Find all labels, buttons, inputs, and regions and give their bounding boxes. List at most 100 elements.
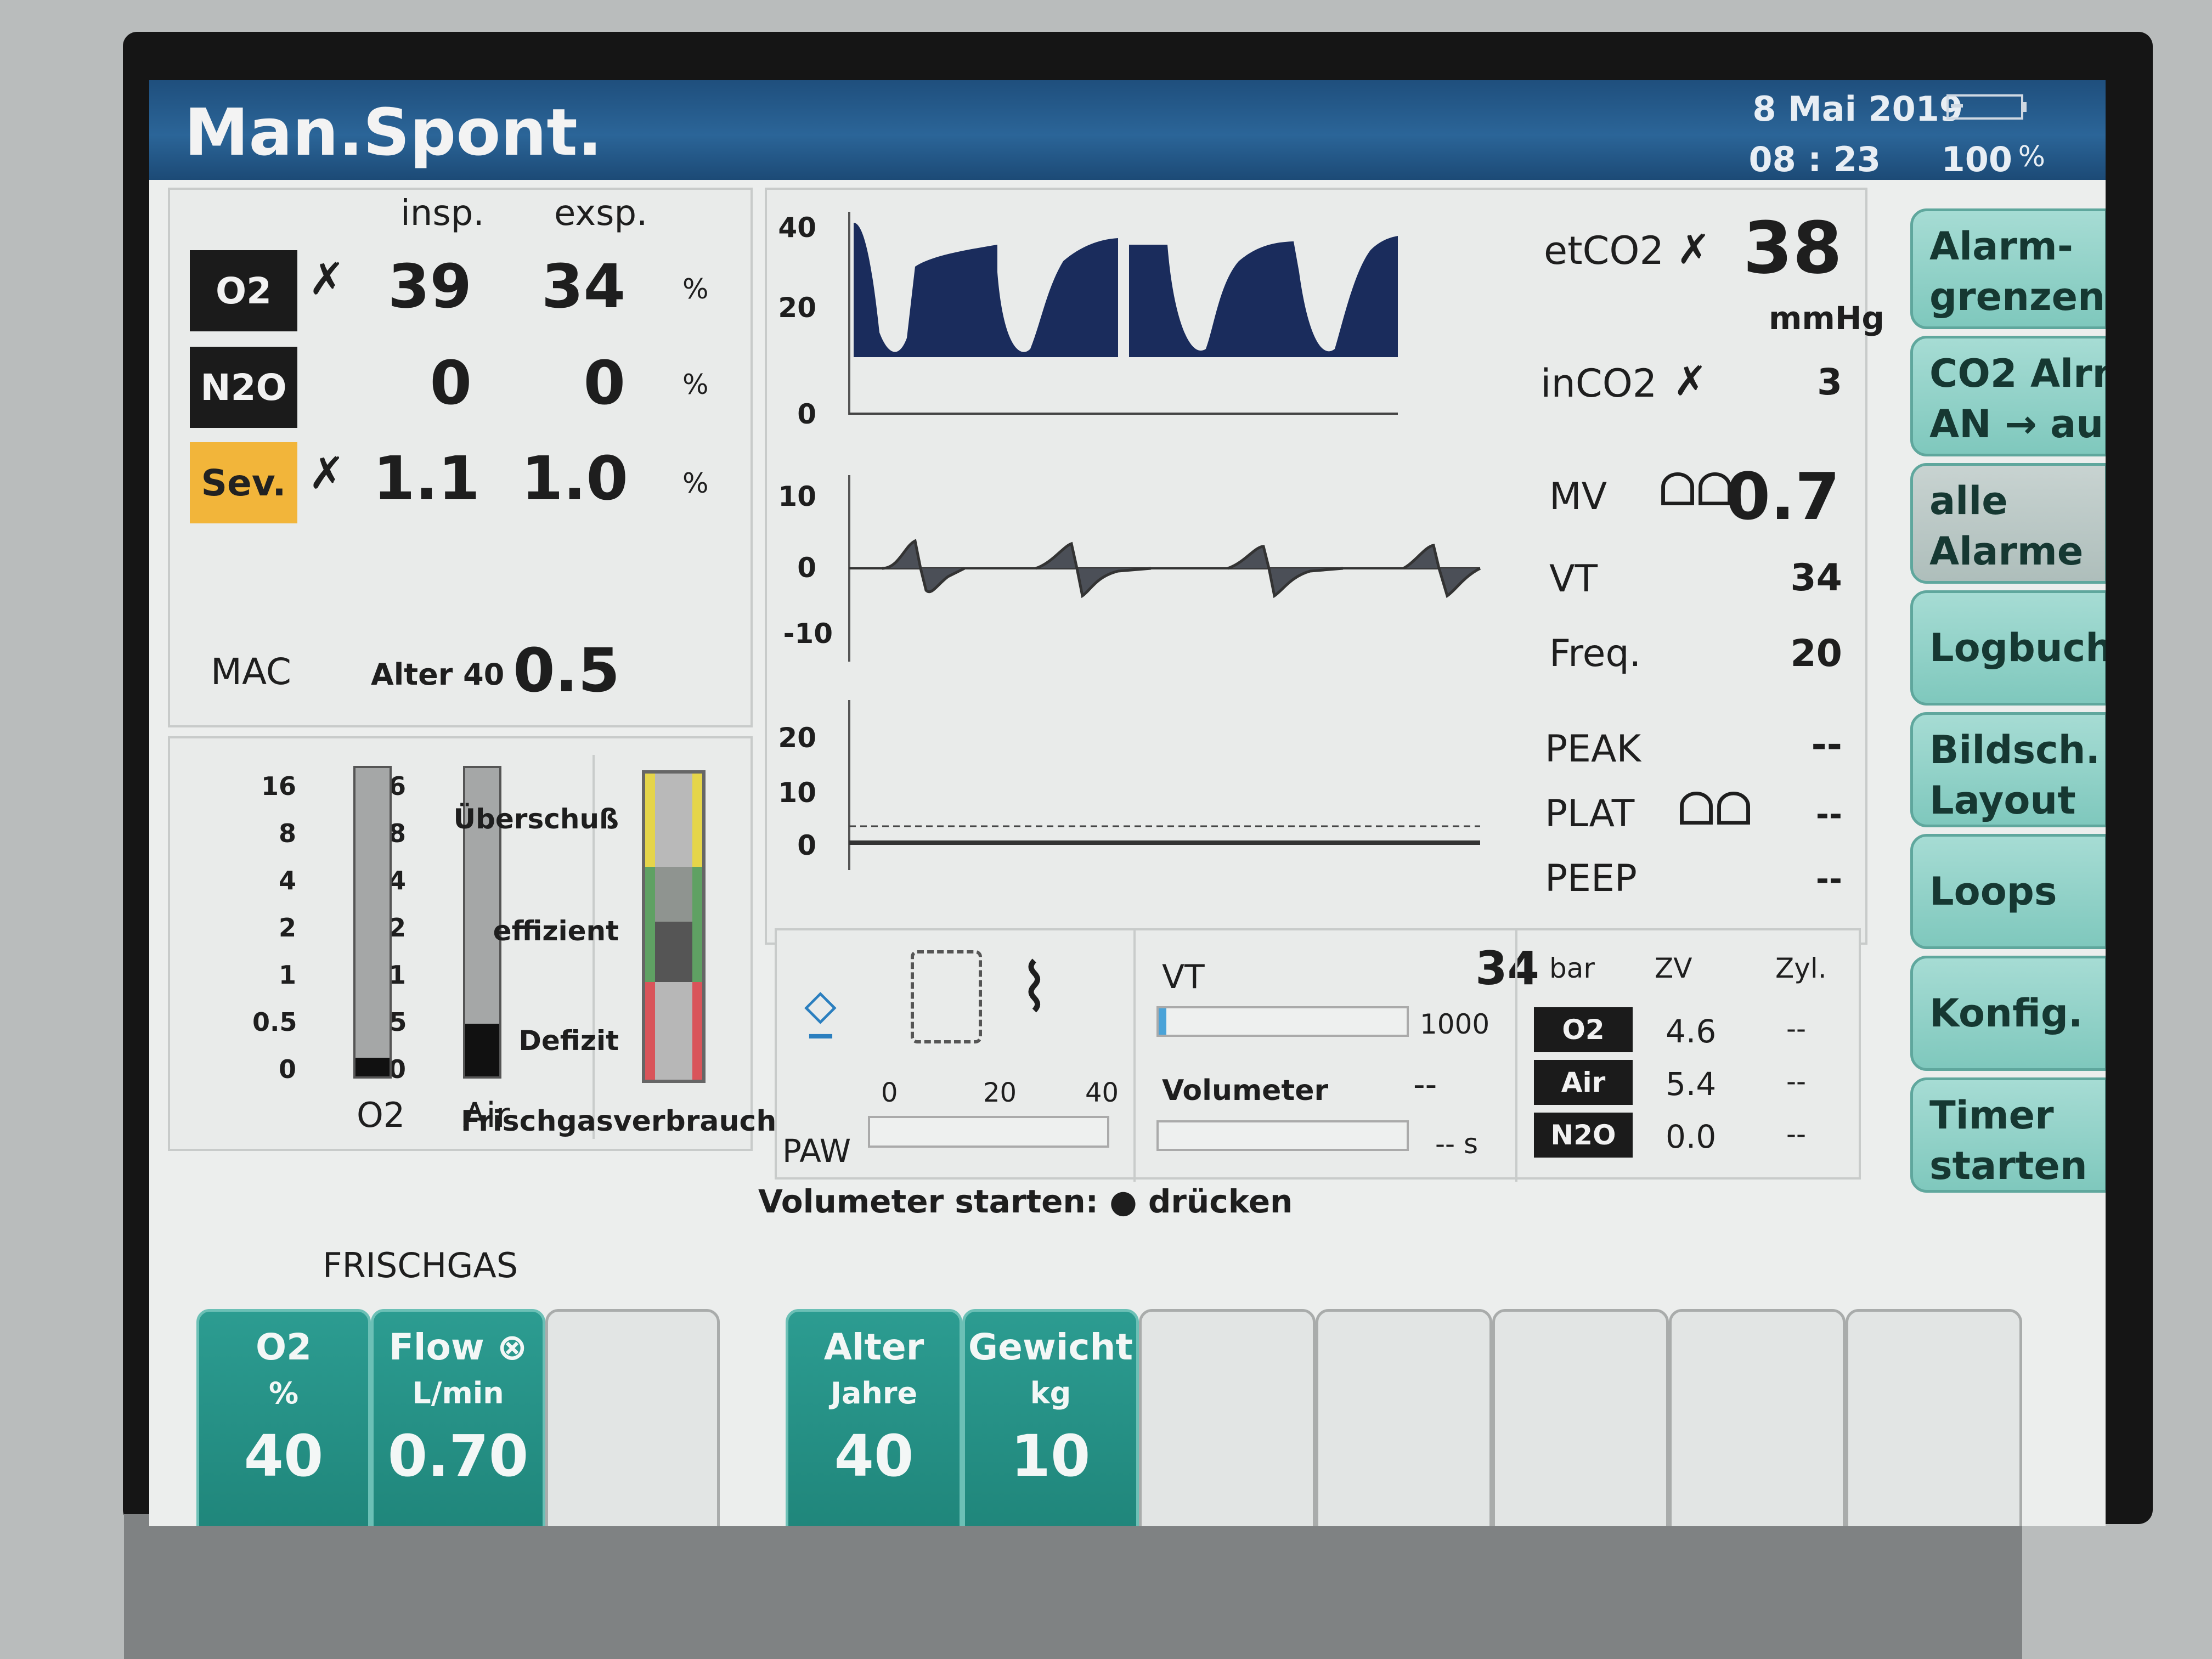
patient-weight-button[interactable]: Gewicht kg 10 <box>962 1309 1139 1526</box>
config-button[interactable]: Konfig. <box>1910 956 2106 1071</box>
plat-value: -- <box>1815 795 1842 833</box>
empty-slot[interactable] <box>1492 1309 1669 1526</box>
frischgas-economy-bar <box>642 770 706 1083</box>
empty-slot[interactable] <box>1846 1309 2022 1526</box>
n2o-insp: 0 <box>430 348 472 418</box>
patient-age-label: Alter <box>823 1326 924 1368</box>
loops-button[interactable]: Loops <box>1910 834 2106 949</box>
flow-tube-tick: 0 <box>278 1054 296 1084</box>
empty-slot[interactable] <box>1669 1309 1846 1526</box>
gas-monitor-panel: insp. exsp. O2 ✗ 39 34 % N2O 0 0 % Sev. … <box>168 188 753 727</box>
freq-label: Freq. <box>1549 632 1641 675</box>
insp-header: insp. <box>400 193 484 234</box>
o2-unit: % <box>682 273 709 305</box>
supply-header-zv: ZV <box>1655 952 1692 984</box>
mac-age: Alter 40 <box>371 657 505 692</box>
freshgas-o2-button[interactable]: O2 % 40 <box>196 1309 371 1526</box>
alarm-limits-label: Alarm- grenzen <box>1929 224 2105 319</box>
flow-tube-tick: 16 <box>261 771 296 801</box>
o2-gas-label: O2 <box>190 250 297 331</box>
economy-deficit: Defizit <box>518 1025 619 1057</box>
alarm-off-icon: ✗ <box>308 448 346 499</box>
freshgas-flow-button[interactable]: Flow ⊗ L/min 0.70 <box>371 1309 545 1526</box>
freshgas-o2-unit: % <box>268 1376 299 1410</box>
supply-air-zyl: -- <box>1786 1065 1807 1097</box>
co2-waveform <box>848 212 1398 415</box>
logbook-button[interactable]: Logbuch <box>1910 590 2106 706</box>
co2-tick: 0 <box>797 398 816 430</box>
breathing-bag-icon: ⍚ <box>799 950 849 1046</box>
mode-title: Man.Spont. <box>184 94 602 170</box>
paw-tick: 10 <box>778 777 816 809</box>
supply-n2o-zv: 0.0 <box>1666 1118 1717 1155</box>
supply-air-label: Air <box>1534 1060 1633 1105</box>
all-alarms-button[interactable]: alle Alarme <box>1910 463 2106 584</box>
paw-bar <box>868 1116 1109 1148</box>
paw-scale-tick: 20 <box>983 1077 1017 1108</box>
flow-tube-tick: 4 <box>278 866 296 895</box>
etco2-label: etCO2 <box>1544 228 1664 273</box>
inco2-value: 3 <box>1817 361 1842 403</box>
alarm-off-icon: ✗ <box>308 253 346 304</box>
sev-gas-label: Sev. <box>190 442 297 523</box>
etco2-unit: mmHg <box>1769 300 1884 337</box>
inco2-label: inCO2 <box>1541 361 1657 406</box>
divider <box>1515 930 1517 1182</box>
freshgas-flow-value: 0.70 <box>387 1423 529 1489</box>
co2-alarm-toggle-button[interactable]: CO2 Alrm AN → aus <box>1910 336 2106 456</box>
empty-slot[interactable] <box>1316 1309 1492 1526</box>
flow-tick: 0 <box>797 552 816 584</box>
empty-slot[interactable] <box>1139 1309 1316 1526</box>
freshgas-empty-slot[interactable] <box>545 1309 720 1526</box>
pressure-waveform <box>848 700 1480 870</box>
screen-layout-label: Bildsch. Layout <box>1929 727 2101 823</box>
vt-label: VT <box>1549 557 1598 601</box>
time: 08 : 23 <box>1748 139 1881 179</box>
mac-value: 0.5 <box>513 635 620 706</box>
ventilator-bellows-icon: ⌇ <box>1018 950 1051 1026</box>
alarm-off-icon: ✗ <box>1677 226 1711 273</box>
battery-unit: % <box>2018 140 2045 173</box>
peep-label: PEEP <box>1545 857 1637 900</box>
waveform-panel: 40 20 0 10 0 -10 20 10 0 etCO2 ✗ 38 mmHg… <box>765 188 1884 945</box>
alarm-limits-button[interactable]: Alarm- grenzen <box>1910 208 2106 329</box>
flow-tube-tick: 2 <box>278 913 296 943</box>
flow-dial-icon: ⊗ <box>496 1326 528 1368</box>
battery-percent: 100 <box>1941 139 2012 179</box>
economy-efficient: effizient <box>493 915 619 947</box>
patient-age-unit: Jahre <box>830 1376 918 1410</box>
waveform-graphs <box>848 212 1481 870</box>
volumeter-bar <box>1156 1120 1409 1151</box>
paw-tick: 0 <box>797 830 816 861</box>
vt-bar-max: 1000 <box>1420 1008 1490 1040</box>
timer-start-button[interactable]: Timer starten <box>1910 1077 2106 1193</box>
flow-tick: -10 <box>783 618 833 650</box>
patient-weight-value: 10 <box>1011 1423 1091 1489</box>
volumeter-value: -- <box>1413 1065 1437 1104</box>
supply-header-bar: bar <box>1549 952 1595 984</box>
status-message: Volumeter starten: ● drücken <box>758 1183 1293 1220</box>
flow-tube-tick: 8 <box>278 819 296 848</box>
sev-exp: 1.0 <box>521 443 628 514</box>
patient-age-button[interactable]: Alter Jahre 40 <box>786 1309 962 1526</box>
co2-tick: 40 <box>778 212 816 244</box>
volumeter-label: Volumeter <box>1162 1074 1329 1107</box>
vt-bar-label: VT <box>1162 958 1205 996</box>
battery-icon <box>1946 94 2027 120</box>
screen-layout-button[interactable]: Bildsch. Layout <box>1910 712 2106 827</box>
vt-bar <box>1156 1006 1409 1037</box>
n2o-gas-label: N2O <box>190 347 297 428</box>
timer-start-label: Timer starten <box>1929 1093 2087 1188</box>
flow-tube-tick: 0.5 <box>252 1007 297 1037</box>
vt-value: 34 <box>1790 556 1842 600</box>
peak-value: -- <box>1811 723 1842 766</box>
monitor-stand <box>124 1514 2022 1659</box>
sev-insp: 1.1 <box>373 443 480 514</box>
paw-tick: 20 <box>778 722 816 754</box>
economy-title: Frischgasverbrauch <box>461 1105 777 1138</box>
config-label: Konfig. <box>1929 991 2083 1036</box>
date-time: 8 Mai 2019 08 : 23 100 % <box>1628 86 2045 179</box>
freshgas-flow-unit: L/min <box>412 1376 504 1410</box>
o2-tube-label: O2 <box>357 1095 405 1135</box>
ventilator-screen: Man.Spont. 8 Mai 2019 08 : 23 100 % insp… <box>149 80 2106 1526</box>
